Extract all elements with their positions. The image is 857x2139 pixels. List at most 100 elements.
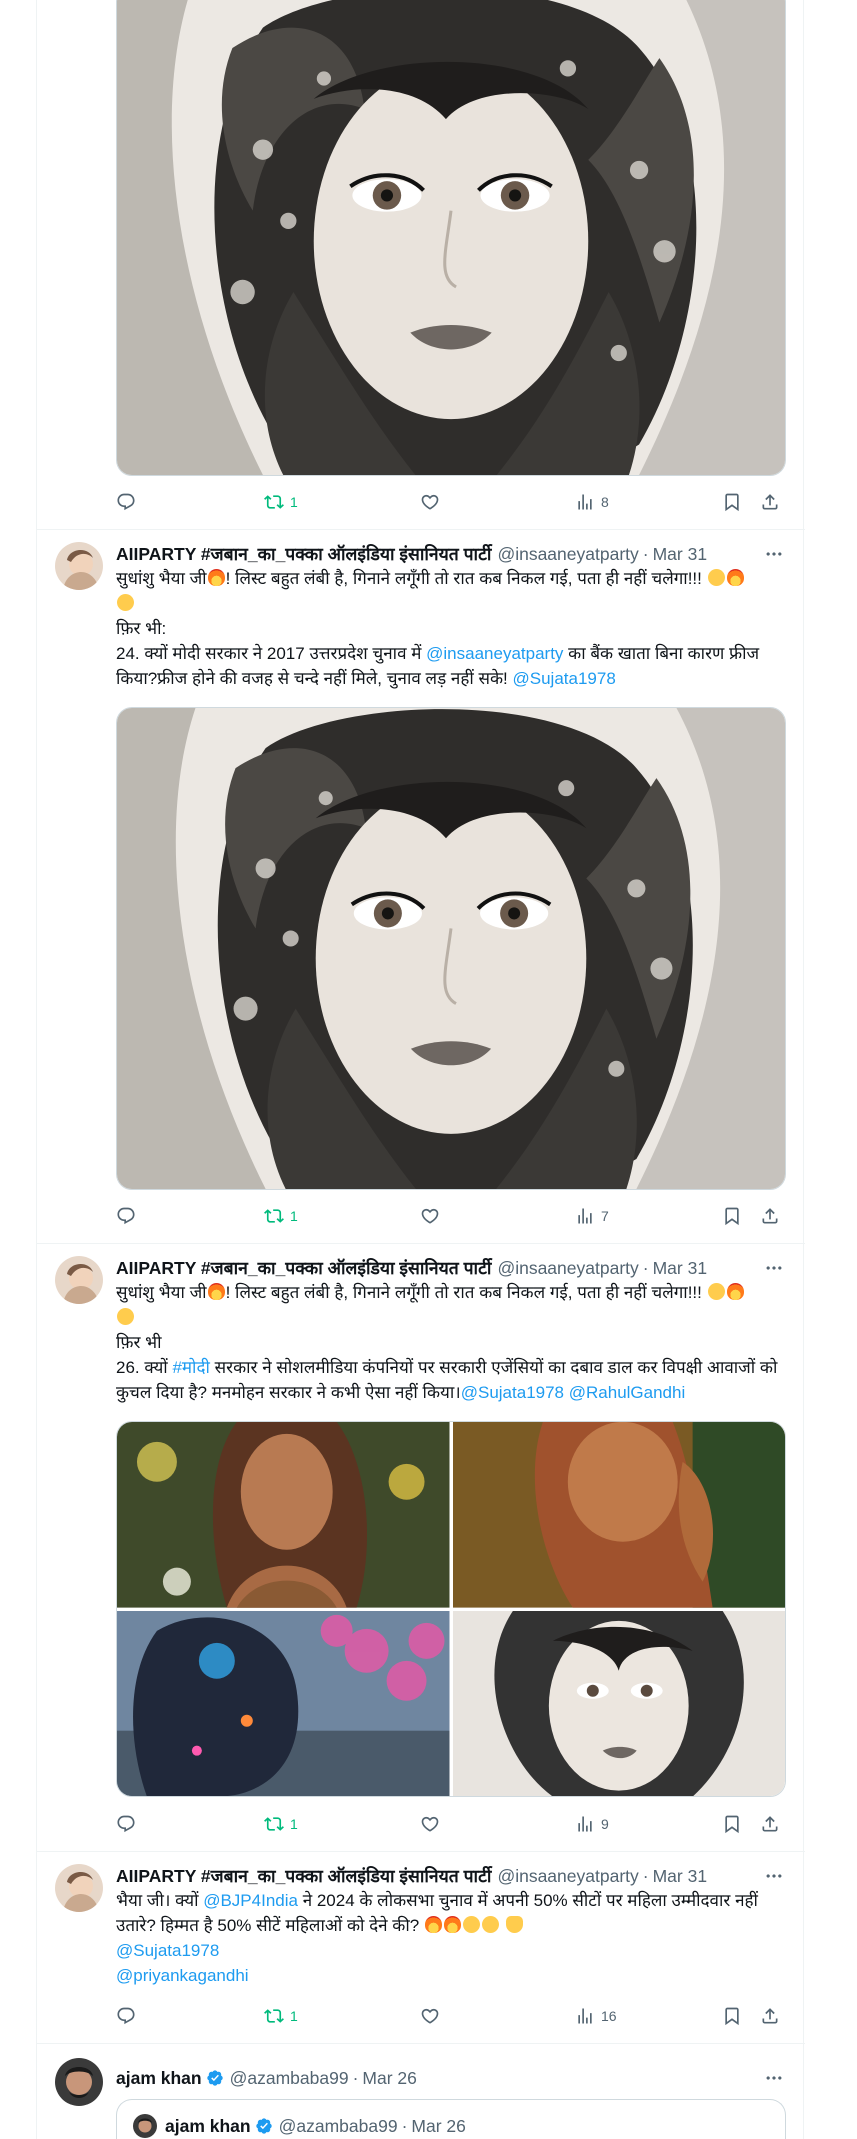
tweet-text: सुधांशु भैया जी! लिस्ट बहुत लंबी है, गिन… [116,1283,778,1402]
hashtag-link[interactable]: #मोदी [172,1358,209,1377]
tweet-actions: 1 9 [116,1812,786,1836]
portrait-artwork-image [117,708,785,1189]
avatar[interactable] [55,1864,103,1912]
share-button[interactable] [760,1812,780,1836]
bookmark-button[interactable] [722,2004,742,2028]
tweet-image[interactable] [116,707,786,1190]
grid-image-3[interactable] [117,1610,450,1797]
reply-button[interactable] [116,1812,142,1836]
tweet-image[interactable] [116,0,786,476]
author-name[interactable]: AIIPARTY #जबान_का_पक्का ऑलइंडिया इंसानिय… [116,542,491,566]
fire-emoji-icon [726,1283,744,1300]
bookmark-icon [722,1206,742,1226]
retweet-count: 1 [290,1816,298,1832]
like-button[interactable] [420,490,446,514]
author-name[interactable]: AIIPARTY #जबान_का_पक्का ऑलइंडिया इंसानिय… [116,1864,491,1888]
heart-icon [420,1206,440,1226]
quoted-avatar [133,2114,157,2138]
avatar-image [55,2058,103,2106]
retweet-icon [264,2006,284,2026]
mention-link[interactable]: @priyankagandhi [116,1966,249,1985]
author-handle[interactable]: @insaaneyatparty [497,544,638,565]
views-button[interactable]: 8 [575,490,609,514]
share-icon [760,492,780,512]
share-button[interactable] [760,1204,780,1228]
retweet-count: 1 [290,494,298,510]
reply-button[interactable] [116,2004,142,2028]
tweet[interactable]: 1 8 [37,0,805,530]
share-button[interactable] [760,490,780,514]
bar-chart-icon [575,492,595,512]
views-button[interactable]: 9 [575,1812,609,1836]
avatar[interactable] [55,2058,103,2106]
quoted-author-name: ajam khan [165,2115,251,2136]
tweet-date[interactable]: Mar 31 [653,1258,707,1279]
fire-emoji-icon [207,569,225,586]
like-button[interactable] [420,1204,446,1228]
more-icon [764,1258,784,1278]
author-handle[interactable]: @insaaneyatparty [497,1258,638,1279]
mention-link[interactable]: @Sujata1978 [513,669,616,688]
views-button[interactable]: 16 [575,2004,617,2028]
share-button[interactable] [760,2004,780,2028]
heart-icon [420,2006,440,2026]
fire-emoji-icon [424,1916,442,1933]
tweet[interactable]: AIIPARTY #जबान_का_पक्का ऑलइंडिया इंसानिय… [37,1852,805,2044]
retweet-button[interactable]: 1 [264,1204,298,1228]
mention-link[interactable]: @Sujata1978 [116,1941,219,1960]
quoted-tweet[interactable]: ajam khan @azambaba99 · Mar 26 [116,2099,786,2139]
author-name[interactable]: ajam khan [116,2068,202,2089]
avatar-image [55,1864,103,1912]
grid-image-4[interactable] [452,1610,786,1797]
bookmark-icon [722,2006,742,2026]
more-options-button[interactable] [762,1256,786,1280]
grimacing-face-emoji-icon [707,1283,725,1300]
reply-icon [116,2006,136,2026]
avatar[interactable] [55,542,103,590]
more-options-button[interactable] [762,1864,786,1888]
tweet-header: AIIPARTY #जबान_का_पक्का ऑलइंडिया इंसानिय… [116,1864,786,1888]
portrait-artwork-image [117,0,785,475]
mention-link[interactable]: @RahulGandhi [569,1383,686,1402]
retweet-button[interactable]: 1 [264,490,298,514]
quoted-author-handle: @azambaba99 [278,2115,398,2136]
tweet[interactable]: ajam khan @azambaba99 · Mar 26 ajam khan… [37,2044,805,2139]
tweet-date[interactable]: Mar 26 [362,2068,416,2089]
bookmark-icon [722,492,742,512]
tweet-date[interactable]: Mar 31 [653,544,707,565]
quoted-avatar-image [133,2114,157,2138]
retweet-button[interactable]: 1 [264,2004,298,2028]
like-button[interactable] [420,2004,446,2028]
bookmark-button[interactable] [722,490,742,514]
avatar[interactable] [55,1256,103,1304]
verified-badge-icon [206,2069,224,2087]
mention-link[interactable]: @Sujata1978 [461,1383,564,1402]
share-icon [760,1814,780,1834]
tweet[interactable]: AIIPARTY #जबान_का_पक्का ऑलइंडिया इंसानिय… [37,530,805,1244]
quoted-tweet-date: Mar 26 [411,2115,466,2136]
author-handle[interactable]: @azambaba99 [230,2068,349,2089]
author-handle[interactable]: @insaaneyatparty [497,1866,638,1887]
tweet-header: AIIPARTY #जबान_का_पक्का ऑलइंडिया इंसानिय… [116,542,786,566]
reply-button[interactable] [116,1204,142,1228]
views-count: 16 [601,2008,617,2024]
views-count: 9 [601,1816,609,1832]
grid-image-1[interactable] [117,1422,450,1608]
grid-image-2[interactable] [452,1422,786,1608]
more-options-button[interactable] [762,2066,786,2090]
mention-link[interactable]: @insaaneyatparty [426,644,563,663]
reply-button[interactable] [116,490,142,514]
retweet-button[interactable]: 1 [264,1812,298,1836]
author-name[interactable]: AIIPARTY #जबान_का_पक्का ऑलइंडिया इंसानिय… [116,1256,491,1280]
reply-icon [116,1206,136,1226]
tweet[interactable]: AIIPARTY #जबान_का_पक्का ऑलइंडिया इंसानिय… [37,1244,805,1852]
views-button[interactable]: 7 [575,1204,609,1228]
tweet-actions: 1 7 [116,1204,786,1228]
mention-link[interactable]: @BJP4India [203,1891,298,1910]
like-button[interactable] [420,1812,446,1836]
tweet-date[interactable]: Mar 31 [653,1866,707,1887]
more-options-button[interactable] [762,542,786,566]
bookmark-button[interactable] [722,1812,742,1836]
bookmark-button[interactable] [722,1204,742,1228]
tweet-header: AIIPARTY #जबान_का_पक्का ऑलइंडिया इंसानिय… [116,1256,786,1280]
